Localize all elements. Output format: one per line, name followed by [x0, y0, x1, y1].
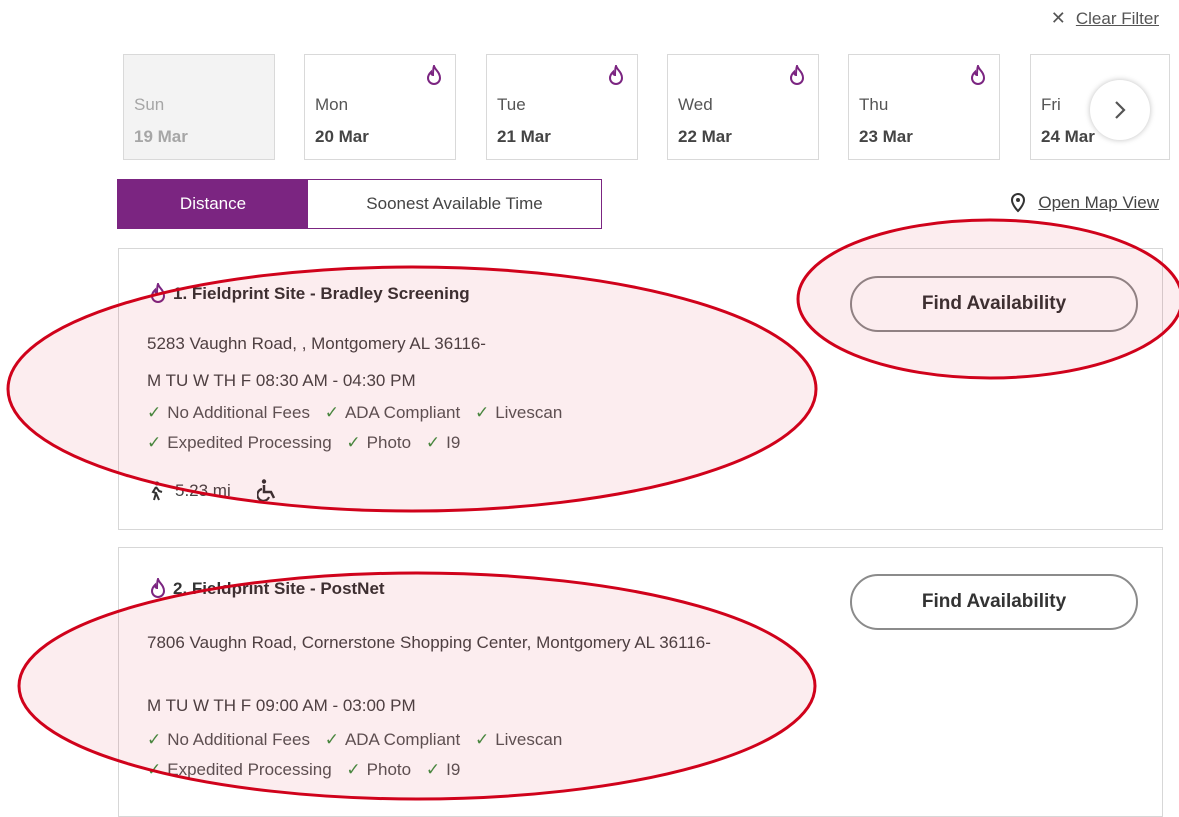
- feature-list: ✓ No Additional Fees ✓ ADA Compliant ✓ Live…: [147, 403, 562, 423]
- check-icon: ✓: [474, 403, 490, 422]
- feature-label: Photo: [366, 760, 412, 779]
- availability-icon: [426, 65, 442, 85]
- day-name: Sun: [134, 95, 165, 114]
- day-date: 22 Mar: [678, 127, 732, 146]
- availability-icon: [608, 65, 624, 85]
- availability-icon: [150, 283, 166, 303]
- day-date: 24 Mar: [1041, 127, 1095, 146]
- feature-label: Livescan: [495, 403, 563, 422]
- distance-value: 5.23 mi: [175, 481, 231, 500]
- check-icon: ✓: [346, 760, 361, 779]
- feature-label: No Additional Fees: [167, 730, 310, 749]
- location-title: 2. Fieldprint Site - PostNet: [173, 579, 385, 598]
- day-name: Thu: [859, 95, 889, 114]
- sort-soonest-button[interactable]: Soonest Available Time: [308, 180, 601, 228]
- walking-icon: [151, 481, 163, 501]
- map-pin-icon: [1011, 193, 1026, 213]
- feature-label: ADA Compliant: [344, 730, 461, 749]
- check-icon: ✓: [474, 730, 490, 749]
- location-card: 1. Fieldprint Site - Bradley Screening 5…: [118, 248, 1163, 530]
- day-tile-mon[interactable]: Mon 20 Mar: [304, 54, 456, 160]
- location-hours: M TU W TH F 08:30 AM - 04:30 PM: [147, 371, 416, 390]
- day-name: Tue: [497, 95, 526, 114]
- location-card: 2. Fieldprint Site - PostNet 7806 Vaughn…: [118, 547, 1163, 817]
- clear-filter[interactable]: ✕ Clear Filter: [1051, 8, 1159, 29]
- feature-label: No Additional Fees: [167, 403, 310, 422]
- chevron-right-icon: [1115, 101, 1126, 119]
- next-days-button[interactable]: [1090, 80, 1150, 140]
- check-icon: ✓: [324, 403, 339, 422]
- availability-icon: [970, 65, 986, 85]
- open-map-view[interactable]: Open Map View: [1010, 193, 1159, 213]
- feature-list: ✓ Expedited Processing ✓ Photo ✓ I9: [147, 760, 460, 780]
- distance: 5.23 mi: [149, 481, 231, 501]
- day-tile-sun: Sun 19 Mar: [123, 54, 275, 160]
- day-date: 19 Mar: [134, 127, 188, 146]
- day-tile-thu[interactable]: Thu 23 Mar: [848, 54, 1000, 160]
- check-icon: ✓: [147, 730, 162, 749]
- day-name: Mon: [315, 95, 349, 114]
- feature-label: Photo: [366, 433, 412, 452]
- day-date: 23 Mar: [859, 127, 913, 146]
- feature-label: Expedited Processing: [167, 433, 332, 452]
- day-date: 20 Mar: [315, 127, 369, 146]
- open-map-view-link[interactable]: Open Map View: [1038, 193, 1159, 213]
- find-availability-button[interactable]: Find Availability: [850, 574, 1138, 630]
- location-address: 5283 Vaughn Road, , Montgomery AL 36116-: [147, 334, 486, 353]
- feature-list: ✓ Expedited Processing ✓ Photo ✓ I9: [147, 433, 460, 453]
- feature-label: I9: [446, 760, 461, 779]
- availability-icon: [789, 65, 805, 85]
- check-icon: ✓: [346, 433, 361, 452]
- feature-label: ADA Compliant: [344, 403, 461, 422]
- sort-distance-button[interactable]: Distance: [118, 180, 308, 228]
- clear-filter-link[interactable]: Clear Filter: [1076, 9, 1159, 28]
- location-title-row: 1. Fieldprint Site - Bradley Screening: [149, 283, 470, 305]
- location-address: 7806 Vaughn Road, Cornerstone Shopping C…: [147, 633, 711, 652]
- day-name: Wed: [678, 95, 713, 114]
- feature-label: I9: [446, 433, 461, 452]
- day-date: 21 Mar: [497, 127, 551, 146]
- location-hours: M TU W TH F 09:00 AM - 03:00 PM: [147, 696, 416, 715]
- day-name: Fri: [1041, 95, 1061, 114]
- check-icon: ✓: [147, 403, 162, 422]
- availability-icon: [150, 578, 166, 598]
- check-icon: ✓: [425, 433, 441, 452]
- feature-label: Livescan: [495, 730, 563, 749]
- wheelchair-icon: [257, 479, 276, 501]
- day-tile-tue[interactable]: Tue 21 Mar: [486, 54, 638, 160]
- check-icon: ✓: [147, 433, 162, 452]
- feature-label: Expedited Processing: [167, 760, 332, 779]
- check-icon: ✓: [147, 760, 162, 779]
- day-tile-wed[interactable]: Wed 22 Mar: [667, 54, 819, 160]
- find-availability-button[interactable]: Find Availability: [850, 276, 1138, 332]
- feature-list: ✓ No Additional Fees ✓ ADA Compliant ✓ Live…: [147, 730, 562, 750]
- close-icon: ✕: [1050, 8, 1066, 28]
- location-title: 1. Fieldprint Site - Bradley Screening: [173, 284, 470, 303]
- check-icon: ✓: [324, 730, 339, 749]
- sort-toggle: Distance Soonest Available Time: [117, 179, 602, 229]
- check-icon: ✓: [425, 760, 441, 779]
- location-title-row: 2. Fieldprint Site - PostNet: [149, 578, 385, 600]
